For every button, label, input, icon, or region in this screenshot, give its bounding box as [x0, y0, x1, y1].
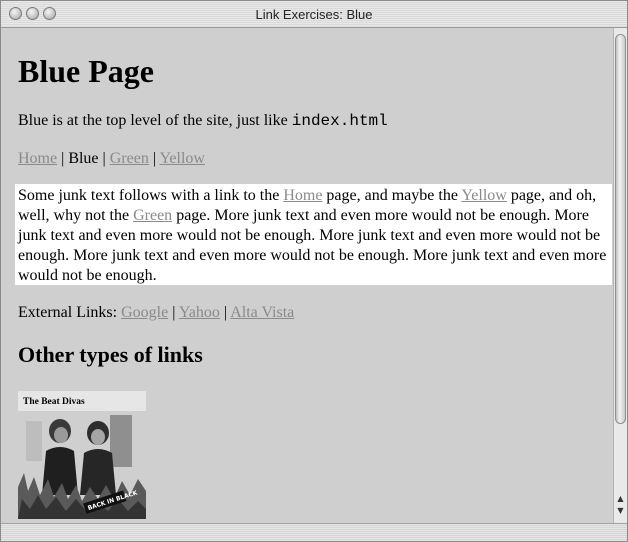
- nav-link-home[interactable]: Home: [18, 150, 57, 167]
- external-label: External Links:: [18, 304, 122, 321]
- nav-link-yellow[interactable]: Yellow: [159, 150, 205, 167]
- nav-separator: |: [98, 150, 110, 167]
- album-cover-art: The Beat Divas BACK IN BLACK: [18, 391, 146, 519]
- external-link-yahoo[interactable]: Yahoo: [179, 304, 220, 321]
- external-link-google[interactable]: Google: [121, 304, 168, 321]
- scrollbar-thumb[interactable]: [615, 34, 626, 424]
- external-separator: |: [219, 304, 231, 321]
- nav-separator: |: [148, 150, 160, 167]
- scroll-up-arrow-icon[interactable]: ▲: [615, 493, 626, 505]
- status-bar: [1, 523, 627, 541]
- nav-separator: |: [57, 150, 69, 167]
- site-nav: Home | Blue | Green | Yellow: [18, 150, 205, 168]
- external-links: External Links: Google | Yahoo | Alta Vi…: [18, 304, 294, 322]
- intro-filename: index.html: [291, 112, 388, 130]
- section-heading: Other types of links: [18, 342, 203, 367]
- intro-text: Blue is at the top level of the site, ju…: [18, 112, 388, 130]
- para-link-home[interactable]: Home: [283, 187, 322, 204]
- external-separator: |: [168, 304, 179, 321]
- para-link-green[interactable]: Green: [133, 207, 172, 224]
- album-cover-image-link[interactable]: The Beat Divas BACK IN BLACK: [18, 391, 146, 519]
- title-bar[interactable]: Link Exercises: Blue: [1, 1, 627, 28]
- album-title-text: The Beat Divas: [23, 397, 85, 407]
- vertical-scrollbar[interactable]: ▲ ▼: [613, 28, 627, 525]
- intro-label: Blue is at the top level of the site, ju…: [18, 112, 292, 129]
- scroll-arrows[interactable]: ▲ ▼: [615, 493, 626, 521]
- window-title: Link Exercises: Blue: [255, 7, 373, 22]
- nav-link-green[interactable]: Green: [110, 150, 149, 167]
- browser-window: Link Exercises: Blue Blue Page Blue is a…: [0, 0, 628, 542]
- nav-current-blue: Blue: [68, 150, 99, 167]
- external-link-altavista[interactable]: Alta Vista: [230, 304, 294, 321]
- scroll-down-arrow-icon[interactable]: ▼: [615, 505, 626, 517]
- page-title: Blue Page: [18, 53, 154, 89]
- para-text: Some junk text follows with a link to th…: [18, 187, 284, 204]
- junk-paragraph: Some junk text follows with a link to th…: [15, 184, 612, 285]
- para-link-yellow[interactable]: Yellow: [461, 187, 507, 204]
- para-text: page, and maybe the: [322, 187, 462, 204]
- page-content: Blue Page Blue is at the top level of th…: [1, 28, 615, 525]
